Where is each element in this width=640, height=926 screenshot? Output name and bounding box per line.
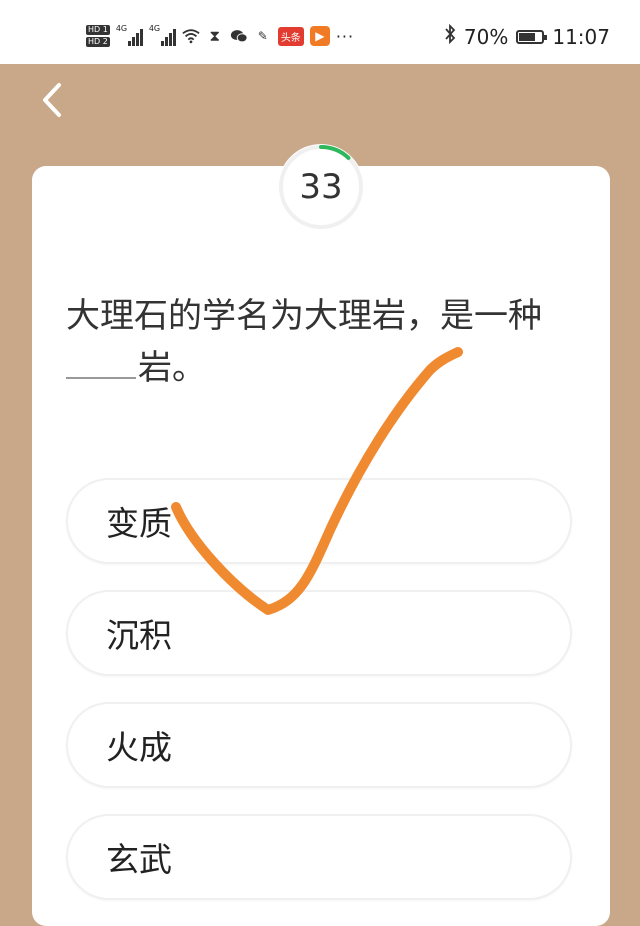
news-app-icon: ✎ bbox=[257, 29, 268, 43]
question-line-2-text: 岩。 bbox=[138, 348, 206, 388]
status-bar: HD 1 HD 2 4G 4G ⧗ ✎ 头条 ▶ ··· 70% 11:07 bbox=[0, 0, 640, 64]
timer-value: 33 bbox=[299, 167, 343, 207]
question-line-2: 岩。 bbox=[66, 342, 586, 394]
battery-percent: 70% bbox=[463, 24, 509, 49]
chevron-left-icon bbox=[43, 83, 61, 117]
hd-indicator: HD 1 HD 2 bbox=[86, 25, 110, 47]
wifi-icon bbox=[182, 27, 200, 45]
option-label: 火成 bbox=[106, 728, 172, 767]
hd-1-label: HD 1 bbox=[86, 25, 110, 35]
signal-icon: 4G bbox=[115, 24, 143, 46]
signal-2-label: 4G bbox=[148, 24, 161, 33]
question-text: 大理石的学名为大理岩，是一种 岩。 bbox=[66, 290, 586, 394]
countdown-timer: 33 bbox=[278, 144, 364, 230]
back-button[interactable] bbox=[34, 82, 70, 118]
option-label: 变质 bbox=[106, 504, 172, 543]
question-line-1: 大理石的学名为大理岩，是一种 bbox=[66, 296, 542, 336]
option-button[interactable]: 沉积 bbox=[66, 590, 572, 676]
option-label: 玄武 bbox=[106, 840, 172, 879]
hourglass-icon: ⧗ bbox=[209, 27, 221, 45]
signal-icon-2: 4G bbox=[148, 24, 176, 46]
bluetooth-icon bbox=[444, 23, 456, 49]
option-button[interactable]: 变质 bbox=[66, 478, 572, 564]
option-button[interactable]: 火成 bbox=[66, 702, 572, 788]
signal-1-label: 4G bbox=[115, 24, 128, 33]
clock: 11:07 bbox=[552, 24, 610, 49]
status-icons-right: 70% 11:07 bbox=[444, 23, 610, 49]
toutiao-icon: 头条 bbox=[277, 26, 304, 46]
play-app-icon: ▶ bbox=[309, 26, 330, 46]
option-label: 沉积 bbox=[106, 616, 172, 655]
answer-blank bbox=[66, 343, 136, 379]
status-icons-left: HD 1 HD 2 4G 4G ⧗ ✎ 头条 ▶ ··· bbox=[86, 18, 354, 54]
option-button[interactable]: 玄武 bbox=[66, 814, 572, 900]
battery-icon bbox=[516, 29, 548, 44]
hd-2-label: HD 2 bbox=[86, 37, 110, 47]
more-notifications-icon: ··· bbox=[335, 26, 355, 46]
wechat-icon bbox=[230, 27, 248, 45]
